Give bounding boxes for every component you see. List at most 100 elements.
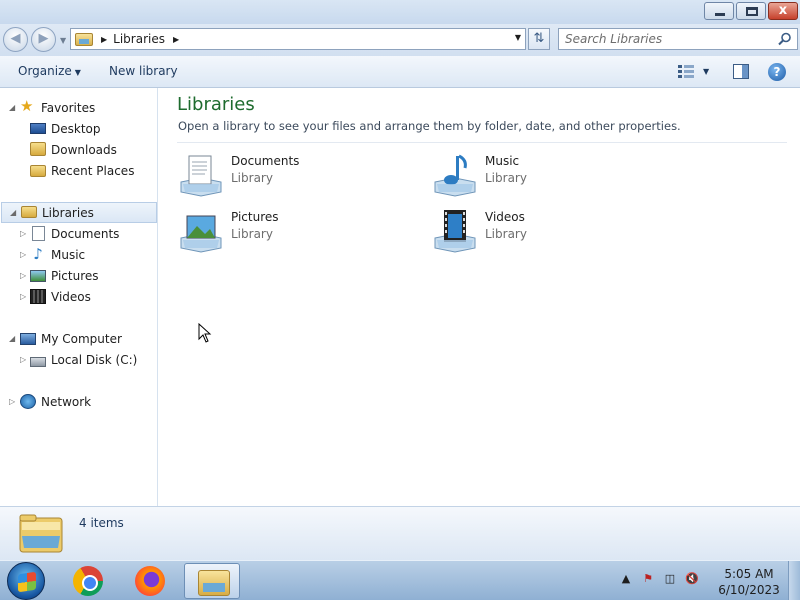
taskbar-windows-explorer[interactable]: [184, 563, 240, 599]
show-hidden-icons-icon[interactable]: ▲: [618, 571, 634, 587]
preview-pane-icon[interactable]: [733, 64, 749, 79]
library-name: Pictures: [231, 210, 279, 224]
recent-places-icon: [30, 165, 46, 177]
videos-icon: [30, 289, 46, 304]
close-button[interactable]: x: [768, 2, 798, 20]
chrome-icon: [73, 566, 103, 596]
views-dropdown-icon[interactable]: ▼: [703, 67, 709, 76]
navigation-pane: ◢ ★ Favorites Desktop Downloads Recent P…: [0, 88, 158, 506]
clock-time: 5:05 AM: [724, 567, 774, 581]
volume-muted-icon[interactable]: 🔇: [684, 571, 700, 587]
tree-item-documents[interactable]: ▷ Documents: [0, 223, 158, 244]
search-icon[interactable]: [778, 32, 792, 46]
taskbar-chrome[interactable]: [60, 563, 116, 599]
refresh-button[interactable]: ⇅: [528, 28, 550, 50]
pictures-library-icon: [180, 215, 222, 253]
library-type: Library: [231, 171, 273, 185]
firefox-icon: [135, 566, 165, 596]
address-bar[interactable]: ▶ Libraries ▶ ▼: [70, 28, 526, 50]
tree-item-desktop[interactable]: Desktop: [0, 118, 158, 139]
address-dropdown-icon[interactable]: ▼: [515, 33, 521, 42]
breadcrumb-arrow-icon[interactable]: ▶: [101, 35, 107, 44]
library-item-music[interactable]: Music Library: [431, 150, 661, 200]
action-center-icon[interactable]: ⚑: [640, 571, 656, 587]
new-library-label: New library: [109, 64, 178, 78]
tree-item-local-disk[interactable]: ▷ Local Disk (C:): [0, 349, 158, 370]
tree-item-libraries[interactable]: ◢ Libraries: [1, 202, 157, 223]
refresh-icon: ⇅: [533, 31, 545, 46]
collapse-arrow-icon[interactable]: ◢: [9, 103, 15, 112]
back-button[interactable]: ◀: [3, 27, 28, 52]
page-subtitle: Open a library to see your files and arr…: [178, 119, 681, 133]
library-name: Videos: [485, 210, 525, 224]
tree-item-favorites[interactable]: ◢ ★ Favorites: [0, 97, 158, 118]
tree-item-recent-places[interactable]: Recent Places: [0, 160, 158, 181]
tree-item-network[interactable]: ▷ Network: [0, 391, 158, 412]
minimize-button[interactable]: [704, 2, 734, 20]
library-name: Documents: [231, 154, 300, 168]
expand-arrow-icon[interactable]: ▷: [9, 397, 15, 406]
libraries-icon: [21, 206, 37, 218]
library-type: Library: [485, 227, 527, 241]
tree-item-music[interactable]: ▷ ♪ Music: [0, 244, 158, 265]
expand-arrow-icon[interactable]: ▷: [20, 292, 26, 301]
search-box[interactable]: [558, 28, 798, 50]
search-input[interactable]: [559, 29, 769, 49]
details-pane: 4 items: [0, 506, 800, 560]
maximize-button[interactable]: [736, 2, 766, 20]
mouse-cursor-icon: [198, 323, 212, 343]
collapse-arrow-icon[interactable]: ◢: [9, 334, 15, 343]
expand-arrow-icon[interactable]: ▷: [20, 271, 26, 280]
star-icon: ★: [20, 97, 34, 115]
tree-label-my-computer: My Computer: [41, 331, 122, 346]
tree-label-favorites: Favorites: [41, 100, 96, 115]
network-status-icon[interactable]: ◫: [662, 571, 678, 587]
tree-item-pictures[interactable]: ▷ Pictures: [0, 265, 158, 286]
expand-arrow-icon[interactable]: ▷: [20, 229, 26, 238]
recent-pages-dropdown[interactable]: ▼: [60, 36, 66, 45]
library-item-videos[interactable]: Videos Library: [431, 206, 661, 256]
new-library-button[interactable]: New library: [109, 64, 178, 78]
restore-icon: [746, 7, 758, 16]
content-pane: Libraries Open a library to see your fil…: [159, 88, 800, 506]
start-button[interactable]: [7, 562, 45, 600]
tree-label-music: Music: [51, 247, 86, 262]
expand-arrow-icon[interactable]: ▷: [20, 250, 26, 259]
tree-item-videos[interactable]: ▷ Videos: [0, 286, 158, 307]
tree-item-my-computer[interactable]: ◢ My Computer: [0, 328, 158, 349]
network-icon: [20, 394, 36, 409]
expand-arrow-icon[interactable]: ▷: [20, 355, 26, 364]
help-icon[interactable]: ?: [768, 63, 786, 81]
pictures-icon: [30, 270, 46, 282]
collapse-arrow-icon[interactable]: ◢: [10, 208, 16, 217]
breadcrumb-libraries[interactable]: Libraries: [113, 32, 165, 46]
tree-item-downloads[interactable]: Downloads: [0, 139, 158, 160]
videos-library-icon: [434, 210, 476, 253]
windows-logo-icon: [18, 571, 36, 593]
taskbar: ▲ ⚑ ◫ 🔇 5:05 AM 6/10/2023: [0, 560, 800, 600]
item-count: 4 items: [79, 516, 124, 530]
breadcrumb-arrow-icon[interactable]: ▶: [173, 35, 179, 44]
change-view-icon[interactable]: [678, 65, 694, 79]
tree-label-libraries: Libraries: [42, 205, 94, 220]
documents-library-icon: [180, 155, 222, 197]
tree-label-downloads: Downloads: [51, 142, 117, 157]
library-item-pictures[interactable]: Pictures Library: [177, 206, 407, 256]
navigation-bar: ◀ ▶ ▼ ▶ Libraries ▶ ▼ ⇅: [0, 24, 800, 56]
libraries-folder-icon: [19, 514, 63, 553]
organize-label: Organize: [18, 64, 72, 78]
library-item-documents[interactable]: Documents Library: [177, 150, 407, 200]
tree-label-network: Network: [41, 394, 92, 409]
library-type: Library: [485, 171, 527, 185]
tree-label-recent-places: Recent Places: [51, 163, 135, 178]
forward-button[interactable]: ▶: [31, 27, 56, 52]
library-name: Music: [485, 154, 520, 168]
title-bar: x: [0, 0, 800, 24]
tree-label-documents: Documents: [51, 226, 120, 241]
clock[interactable]: 5:05 AM 6/10/2023: [718, 566, 780, 598]
taskbar-firefox[interactable]: [122, 563, 178, 599]
forward-arrow-icon: ▶: [38, 31, 49, 46]
divider: [177, 142, 787, 143]
show-desktop-button[interactable]: [788, 561, 800, 600]
organize-button[interactable]: Organize ▼: [18, 64, 81, 78]
